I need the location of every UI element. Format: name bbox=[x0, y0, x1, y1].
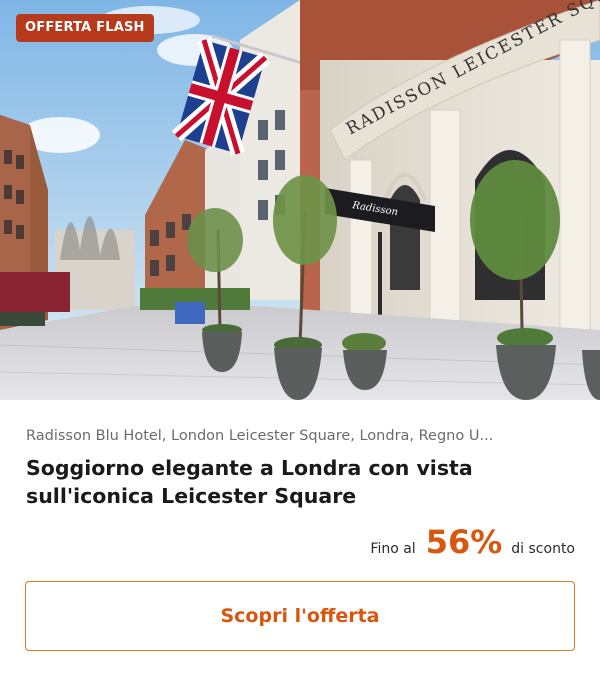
discount-value: 56% bbox=[425, 523, 503, 561]
discover-offer-button[interactable]: Scopri l'offerta bbox=[25, 581, 575, 651]
discount-info: Fino al 56% di sconto bbox=[370, 520, 575, 564]
hotel-location: Radisson Blu Hotel, London Leicester Squ… bbox=[26, 428, 494, 444]
hotel-photo[interactable]: RADISSON LEICESTER SQUARE Radisson bbox=[0, 0, 600, 400]
offer-title[interactable]: Soggiorno elegante a Londra con vista su… bbox=[26, 454, 576, 510]
discount-prefix: Fino al bbox=[370, 541, 416, 557]
flash-offer-badge: OFFERTA FLASH bbox=[16, 14, 154, 42]
offer-card[interactable]: RADISSON LEICESTER SQUARE Radisson bbox=[0, 0, 600, 676]
discount-suffix: di sconto bbox=[511, 541, 575, 557]
